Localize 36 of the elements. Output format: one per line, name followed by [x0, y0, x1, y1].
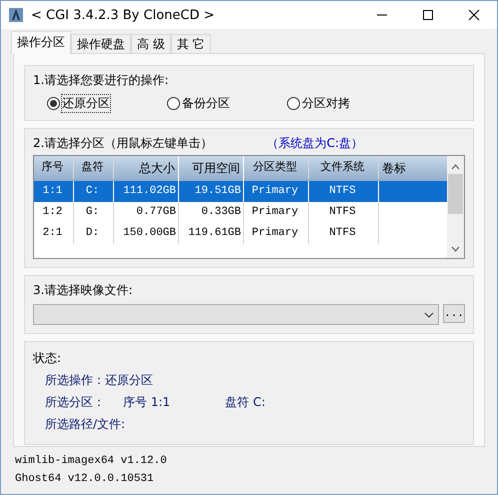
radio-button[interactable] [167, 97, 180, 110]
status-text: 所选操作：还原分区 [45, 372, 153, 389]
scroll-up-icon[interactable] [451, 164, 460, 170]
status-text: 所选路径/文件: [45, 416, 126, 433]
radio-button[interactable] [47, 97, 60, 110]
dropdown-caret-icon [424, 312, 434, 318]
scroll-down-icon[interactable] [451, 246, 460, 252]
column-header[interactable]: 文件系统 [309, 158, 379, 179]
browse-button[interactable]: ... [443, 304, 465, 323]
status-label: 状态: [33, 350, 62, 367]
radio-label[interactable]: 备份分区 [182, 95, 230, 112]
table-row[interactable]: 1:1 C: 111.02GB 19.51GB Primary NTFS [34, 181, 447, 202]
status-text: 序号 1:1 [123, 394, 170, 411]
tab[interactable]: 高 级 [131, 34, 171, 53]
maximize-icon[interactable] [422, 9, 434, 21]
tab[interactable]: 操作分区 [11, 31, 71, 54]
radio-label[interactable]: 分区对拷 [302, 95, 350, 112]
version-text: Ghost64 v12.0.0.10531 [15, 473, 155, 485]
version-text: wimlib-imagex64 v1.12.0 [15, 455, 168, 467]
group-label: 3.请选择映像文件: [33, 282, 134, 299]
app-icon [9, 6, 23, 22]
status-text: 所选分区： [45, 394, 105, 411]
group-label: 1.请选择您要进行的操作: [33, 72, 170, 89]
tab[interactable]: 其 它 [170, 34, 211, 53]
scrollbar-thumb[interactable] [448, 174, 463, 214]
radio-button[interactable] [287, 97, 300, 110]
window-title: < CGI 3.4.2.3 By CloneCD > [31, 8, 216, 22]
tab[interactable]: 操作硬盘 [71, 34, 131, 53]
system-disk-note: （系统盘为C:盘） [266, 135, 363, 152]
close-icon[interactable] [468, 9, 480, 21]
column-header[interactable]: 分区类型 [244, 158, 309, 179]
column-header[interactable]: 盘符 [74, 158, 114, 179]
group-label: 2.请选择分区（用鼠标左键单击） [33, 135, 212, 152]
radio-label[interactable]: 还原分区 [62, 95, 110, 112]
column-header[interactable]: 序号 [34, 158, 74, 179]
status-text: 盘符 C: [225, 394, 266, 411]
